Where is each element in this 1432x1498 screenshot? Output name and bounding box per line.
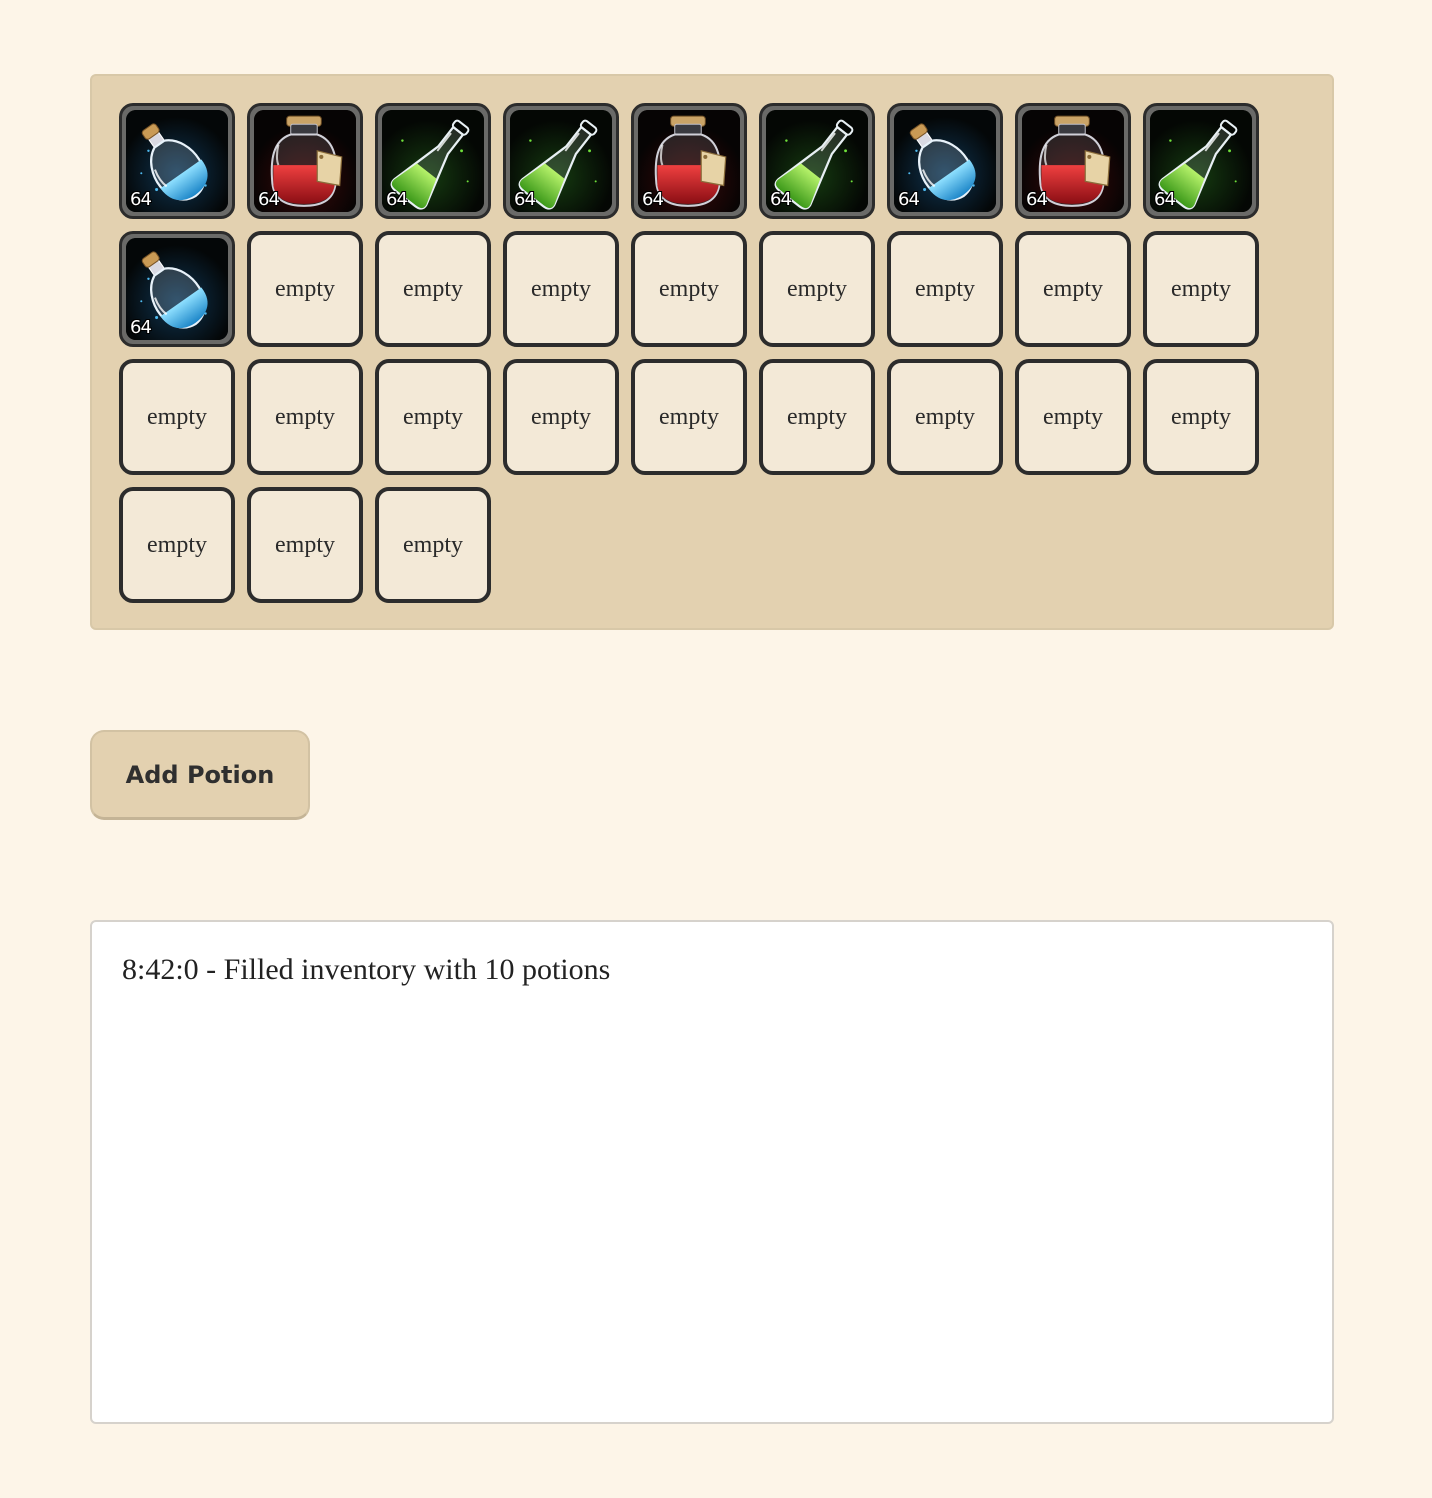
add-potion-button[interactable]: Add Potion xyxy=(90,730,310,820)
inventory-slot[interactable]: empty xyxy=(759,359,875,475)
red-potion-icon: 64 xyxy=(254,110,356,212)
log-entry: 8:42:0 - Filled inventory with 10 potion… xyxy=(122,953,611,986)
inventory-slot[interactable]: empty xyxy=(1143,231,1259,347)
empty-slot-label: empty xyxy=(787,275,847,302)
inventory-slot[interactable]: empty xyxy=(375,231,491,347)
inventory-slot[interactable]: 64 xyxy=(1015,103,1131,219)
empty-slot-label: empty xyxy=(531,275,591,302)
inventory-slot[interactable]: 64 xyxy=(631,103,747,219)
red-potion-icon: 64 xyxy=(638,110,740,212)
empty-slot-label: empty xyxy=(659,403,719,430)
inventory-slot[interactable]: empty xyxy=(247,359,363,475)
stack-count: 64 xyxy=(642,189,664,210)
inventory-slot[interactable]: 64 xyxy=(375,103,491,219)
blue-potion-icon: 64 xyxy=(894,110,996,212)
stack-count: 64 xyxy=(1026,189,1048,210)
inventory-slot[interactable]: empty xyxy=(887,231,1003,347)
empty-slot-label: empty xyxy=(275,531,335,558)
empty-slot-label: empty xyxy=(403,403,463,430)
inventory-slot[interactable]: empty xyxy=(631,231,747,347)
green-potion-icon: 64 xyxy=(510,110,612,212)
empty-slot-label: empty xyxy=(915,403,975,430)
stack-count: 64 xyxy=(1154,189,1176,210)
stack-count: 64 xyxy=(386,189,408,210)
inventory-slot[interactable]: 64 xyxy=(119,103,235,219)
empty-slot-label: empty xyxy=(1043,403,1103,430)
green-potion-icon: 64 xyxy=(766,110,868,212)
blue-potion-icon: 64 xyxy=(126,110,228,212)
empty-slot-label: empty xyxy=(275,403,335,430)
inventory-slot[interactable]: empty xyxy=(887,359,1003,475)
stack-count: 64 xyxy=(258,189,280,210)
empty-slot-label: empty xyxy=(787,403,847,430)
inventory-slot[interactable]: empty xyxy=(247,487,363,603)
empty-slot-label: empty xyxy=(147,403,207,430)
stack-count: 64 xyxy=(130,189,152,210)
red-potion-icon: 64 xyxy=(1022,110,1124,212)
stack-count: 64 xyxy=(130,317,152,338)
inventory-slot[interactable]: 64 xyxy=(119,231,235,347)
inventory-slot[interactable]: empty xyxy=(631,359,747,475)
inventory-slot[interactable]: 64 xyxy=(1143,103,1259,219)
inventory-slot[interactable]: 64 xyxy=(503,103,619,219)
inventory-slot[interactable]: empty xyxy=(247,231,363,347)
stack-count: 64 xyxy=(770,189,792,210)
inventory-slot[interactable]: empty xyxy=(1015,359,1131,475)
empty-slot-label: empty xyxy=(915,275,975,302)
inventory-slot[interactable]: empty xyxy=(503,231,619,347)
inventory-slot[interactable]: empty xyxy=(375,359,491,475)
empty-slot-label: empty xyxy=(403,275,463,302)
inventory-slot[interactable]: empty xyxy=(375,487,491,603)
inventory-slot[interactable]: empty xyxy=(503,359,619,475)
empty-slot-label: empty xyxy=(531,403,591,430)
empty-slot-label: empty xyxy=(1171,403,1231,430)
green-potion-icon: 64 xyxy=(382,110,484,212)
inventory-slot[interactable]: 64 xyxy=(759,103,875,219)
inventory-slot[interactable]: empty xyxy=(119,359,235,475)
stack-count: 64 xyxy=(514,189,536,210)
inventory-slot[interactable]: 64 xyxy=(887,103,1003,219)
empty-slot-label: empty xyxy=(659,275,719,302)
stack-count: 64 xyxy=(898,189,920,210)
empty-slot-label: empty xyxy=(147,531,207,558)
inventory-slot[interactable]: empty xyxy=(1015,231,1131,347)
inventory-slot[interactable]: empty xyxy=(119,487,235,603)
empty-slot-label: empty xyxy=(275,275,335,302)
empty-slot-label: empty xyxy=(1043,275,1103,302)
inventory-grid: 64 64 64 64 64 64 64 64 64 64 empty empt… xyxy=(90,74,1334,630)
blue-potion-icon: 64 xyxy=(126,238,228,340)
event-log[interactable]: 8:42:0 - Filled inventory with 10 potion… xyxy=(90,920,1334,1424)
inventory-slot[interactable]: 64 xyxy=(247,103,363,219)
empty-slot-label: empty xyxy=(1171,275,1231,302)
inventory-slot[interactable]: empty xyxy=(1143,359,1259,475)
inventory-slot[interactable]: empty xyxy=(759,231,875,347)
empty-slot-label: empty xyxy=(403,531,463,558)
green-potion-icon: 64 xyxy=(1150,110,1252,212)
